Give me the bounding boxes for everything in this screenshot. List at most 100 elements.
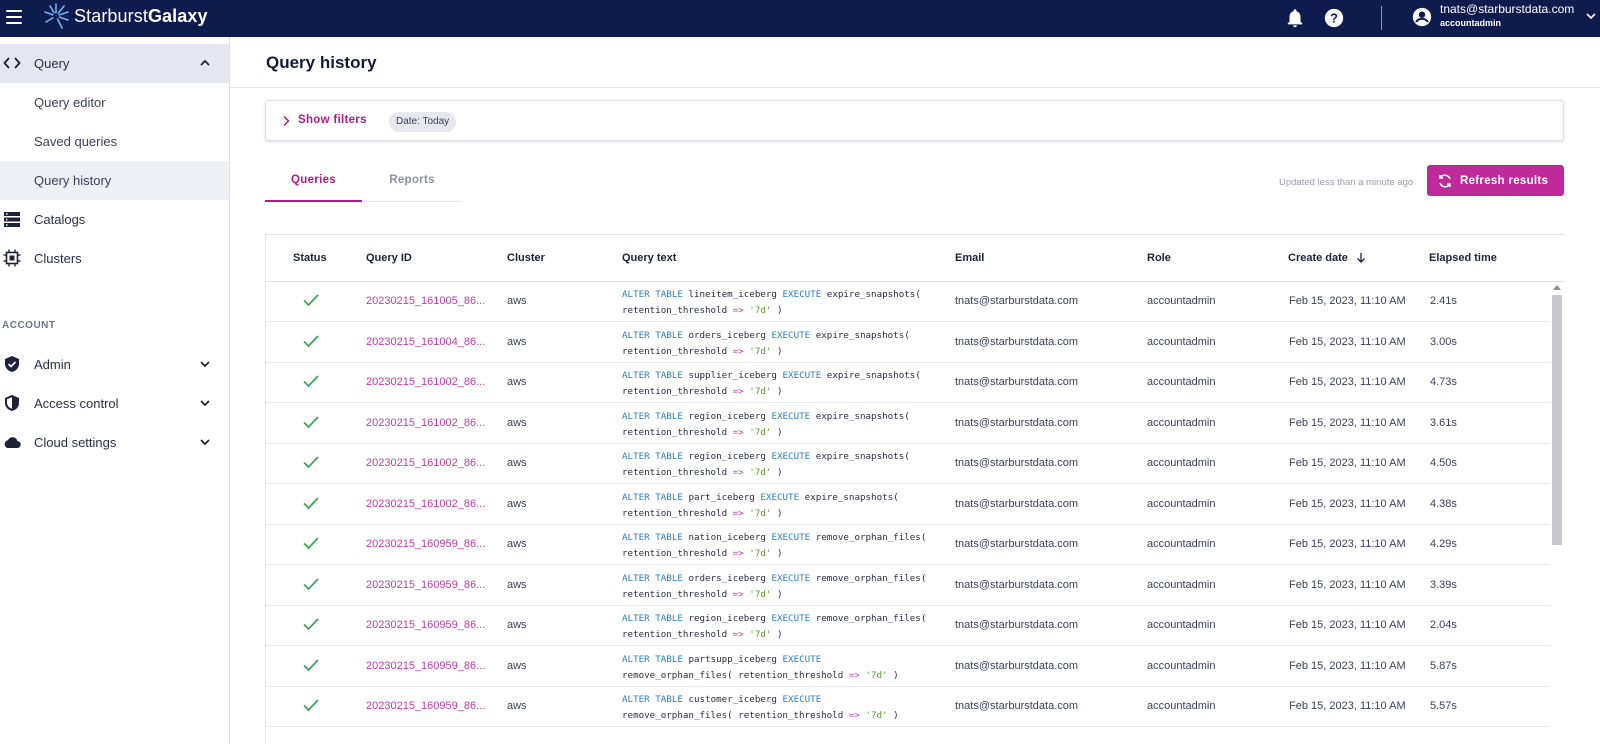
- sql-keyword: ALTER: [622, 492, 650, 503]
- query-id-link[interactable]: 20230215_160959_86...: [366, 619, 485, 631]
- sql-procedure: remove_orphan_files(: [815, 613, 927, 624]
- user-info[interactable]: tnats@starburstdata.com accountadmin: [1440, 3, 1574, 30]
- show-filters-button[interactable]: Show filters: [298, 114, 367, 126]
- query-text-cell[interactable]: ALTER TABLE lineitem_iceberg EXECUTE exp…: [622, 287, 921, 319]
- query-id-link[interactable]: 20230215_161002_86...: [366, 457, 485, 469]
- sql-keyword: ALTER: [622, 411, 650, 422]
- chevron-down-icon: [200, 361, 210, 368]
- column-header-email[interactable]: Email: [955, 252, 984, 264]
- chevron-down-icon[interactable]: [1586, 12, 1596, 20]
- table-row[interactable]: 20230215_161005_86... aws ALTER TABLE line…: [266, 282, 1550, 322]
- table-row[interactable]: 20230215_161002_86... aws ALTER TABLE part…: [266, 485, 1550, 525]
- query-text-cell[interactable]: ALTER TABLE supplier_iceberg EXECUTE exp…: [622, 368, 921, 400]
- sidebar-item-label: Clusters: [34, 251, 82, 266]
- table-scrollbar[interactable]: [1550, 281, 1564, 744]
- table-row[interactable]: 20230215_161004_86... aws ALTER TABLE orde…: [266, 323, 1550, 363]
- chevron-down-icon: [200, 400, 210, 407]
- role-cell: accountadmin: [1147, 295, 1216, 307]
- query-text-cell[interactable]: ALTER TABLE part_iceberg EXECUTE expire_…: [622, 490, 899, 522]
- sidebar-item-label: Saved queries: [34, 134, 118, 149]
- query-text-cell[interactable]: ALTER TABLE region_iceberg EXECUTE remov…: [622, 611, 926, 643]
- query-text-cell[interactable]: ALTER TABLE customer_iceberg EXECUTE remo…: [622, 692, 899, 724]
- sql-procedure: expire_snapshots(: [815, 330, 910, 341]
- table-row[interactable]: 20230215_160959_86... aws ALTER TABLE regi…: [266, 606, 1550, 646]
- refresh-results-button[interactable]: Refresh results: [1427, 165, 1564, 196]
- query-text-cell[interactable]: ALTER TABLE nation_iceberg EXECUTE remov…: [622, 530, 926, 562]
- email-cell: tnats@starburstdata.com: [955, 498, 1079, 510]
- query-text-cell[interactable]: ALTER TABLE region_iceberg EXECUTE expir…: [622, 449, 910, 481]
- tab-queries[interactable]: Queries: [265, 165, 362, 202]
- table-row[interactable]: 20230215_160959_86... aws ALTER TABLE part…: [266, 647, 1550, 687]
- sql-table-name: orders_iceberg: [688, 573, 766, 584]
- email-cell: tnats@starburstdata.com: [955, 619, 1079, 631]
- column-header-role[interactable]: Role: [1147, 252, 1171, 264]
- sidebar-item-query-editor[interactable]: Query editor: [0, 83, 229, 122]
- help-icon[interactable]: ?: [1323, 7, 1345, 29]
- date-filter-chip[interactable]: Date: Today: [389, 112, 457, 132]
- query-text-cell[interactable]: ALTER TABLE orders_iceberg EXECUTE remov…: [622, 571, 926, 603]
- table-row[interactable]: 20230215_161002_86... aws ALTER TABLE regi…: [266, 444, 1550, 484]
- table-row[interactable]: 20230215_160959_86... aws ALTER TABLE cust…: [266, 687, 1550, 727]
- sidebar-item-access-control[interactable]: Access control: [0, 384, 229, 423]
- table-row[interactable]: 20230215_161002_86... aws ALTER TABLE supp…: [266, 363, 1550, 403]
- sql-operator: =>: [732, 548, 744, 559]
- role-cell: accountadmin: [1147, 376, 1216, 388]
- arrow-down-icon[interactable]: [1356, 252, 1366, 264]
- sidebar-item-query-history[interactable]: Query history: [0, 161, 229, 200]
- column-header-status[interactable]: Status: [293, 252, 327, 264]
- table-row[interactable]: 20230215_161002_86... aws ALTER TABLE regi…: [266, 404, 1550, 444]
- sql-keyword: TABLE: [655, 370, 683, 381]
- query-id-link[interactable]: 20230215_161002_86...: [366, 498, 485, 510]
- sidebar-item-admin[interactable]: Admin: [0, 345, 229, 384]
- scroll-up-icon[interactable]: [1553, 284, 1561, 290]
- column-header-elapsed-time[interactable]: Elapsed time: [1429, 252, 1497, 264]
- query-history-table: Status Query ID Cluster Query text Email…: [265, 234, 1565, 744]
- create-date-cell: Feb 15, 2023, 11:10 AM: [1289, 700, 1406, 712]
- tab-reports[interactable]: Reports: [362, 165, 462, 202]
- cluster-cell: aws: [507, 700, 527, 712]
- sidebar-item-catalogs[interactable]: Catalogs: [0, 200, 229, 239]
- sql-keyword: ALTER: [622, 613, 650, 624]
- sidebar-item-query[interactable]: Query: [0, 44, 229, 83]
- query-id-link[interactable]: 20230215_161004_86...: [366, 336, 485, 348]
- sidebar: Query Query editor Saved queries Query h…: [0, 37, 230, 744]
- bell-icon[interactable]: [1284, 7, 1306, 29]
- query-text-cell[interactable]: ALTER TABLE region_iceberg EXECUTE expir…: [622, 409, 910, 441]
- menu-icon[interactable]: [6, 10, 22, 24]
- sidebar-item-saved-queries[interactable]: Saved queries: [0, 122, 229, 161]
- sql-keyword: ALTER: [622, 573, 650, 584]
- query-id-link[interactable]: 20230215_160959_86...: [366, 700, 485, 712]
- column-header-create-date[interactable]: Create date: [1288, 252, 1348, 264]
- query-id-link[interactable]: 20230215_161002_86...: [366, 376, 485, 388]
- table-row[interactable]: 20230215_160959_86... aws ALTER TABLE nati…: [266, 525, 1550, 565]
- account-avatar-icon[interactable]: [1411, 6, 1433, 28]
- column-header-query-id[interactable]: Query ID: [366, 252, 412, 264]
- sql-argument: retention_threshold: [622, 346, 728, 357]
- query-text-cell[interactable]: ALTER TABLE orders_iceberg EXECUTE expir…: [622, 328, 910, 360]
- query-id-link[interactable]: 20230215_161002_86...: [366, 417, 485, 429]
- query-id-link[interactable]: 20230215_160959_86...: [366, 660, 485, 672]
- query-id-link[interactable]: 20230215_160959_86...: [366, 579, 485, 591]
- sidebar-item-clusters[interactable]: Clusters: [0, 239, 229, 278]
- sql-keyword: TABLE: [655, 492, 683, 503]
- query-id-link[interactable]: 20230215_160959_86...: [366, 538, 485, 550]
- chevron-right-icon[interactable]: [281, 115, 291, 127]
- elapsed-time-cell: 4.50s: [1430, 457, 1457, 469]
- filters-panel: Show filters Date: Today: [265, 100, 1564, 141]
- email-cell: tnats@starburstdata.com: [955, 660, 1079, 672]
- column-header-cluster[interactable]: Cluster: [507, 252, 545, 264]
- cloud-icon: [4, 437, 21, 449]
- query-text-cell[interactable]: ALTER TABLE partsupp_iceberg EXECUTE remo…: [622, 652, 899, 684]
- sql-keyword: EXECUTE: [760, 492, 800, 503]
- sql-keyword: EXECUTE: [782, 654, 822, 665]
- sql-paren: ): [776, 427, 783, 438]
- scrollbar-thumb[interactable]: [1552, 295, 1562, 545]
- email-cell: tnats@starburstdata.com: [955, 538, 1079, 550]
- sidebar-item-cloud-settings[interactable]: Cloud settings: [0, 423, 229, 462]
- sql-keyword: TABLE: [655, 532, 683, 543]
- column-header-query-text[interactable]: Query text: [622, 252, 676, 264]
- table-row[interactable]: 20230215_160959_86... aws ALTER TABLE orde…: [266, 566, 1550, 606]
- starburst-galaxy-logo[interactable]: StarburstGalaxy: [42, 2, 208, 30]
- sql-operator: =>: [848, 710, 860, 721]
- query-id-link[interactable]: 20230215_161005_86...: [366, 295, 485, 307]
